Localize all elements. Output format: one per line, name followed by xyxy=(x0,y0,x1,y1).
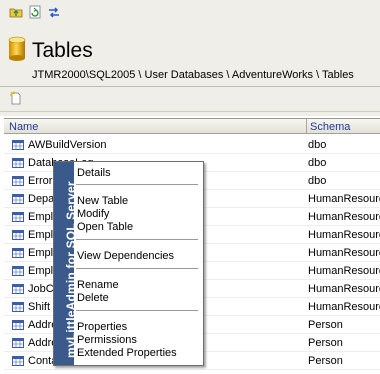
menu-band-label: myLittleAdmin for SQL Server xyxy=(64,181,78,358)
menu-divider xyxy=(76,310,198,311)
table-schema: dbo xyxy=(308,139,327,151)
menu-item-delete[interactable]: Delete xyxy=(77,292,109,304)
menu-item-open-table[interactable]: Open Table xyxy=(77,221,133,233)
menu-item-new-table[interactable]: New Table xyxy=(77,195,128,207)
menu-side-band: myLittleAdmin for SQL Server xyxy=(54,162,78,365)
table-icon xyxy=(12,266,24,276)
menu-item-extended-properties[interactable]: Extended Properties xyxy=(77,347,177,359)
grid-header: Name Schema xyxy=(4,118,380,134)
page-title: Tables xyxy=(32,38,93,62)
table-name: Shift xyxy=(28,301,51,313)
table-schema: HumanResources xyxy=(308,229,380,241)
table-icon xyxy=(12,338,24,348)
table-schema: HumanResources xyxy=(308,301,380,313)
menu-divider xyxy=(76,239,198,240)
table-icon xyxy=(12,302,24,312)
menu-item-properties[interactable]: Properties xyxy=(77,321,127,333)
context-menu: myLittleAdmin for SQL Server Details New… xyxy=(53,161,204,366)
menu-item-details[interactable]: Details xyxy=(77,167,111,179)
table-icon xyxy=(12,284,24,294)
table-schema: dbo xyxy=(308,157,327,169)
new-item-icon[interactable] xyxy=(9,91,23,105)
table-icon xyxy=(12,320,24,330)
column-header-schema[interactable]: Schema xyxy=(310,121,350,133)
table-name: AWBuildVersion xyxy=(28,139,107,151)
sync-icon[interactable] xyxy=(47,5,61,19)
table-icon xyxy=(12,140,24,150)
table-icon xyxy=(12,230,24,240)
table-icon xyxy=(12,212,24,222)
refresh-icon[interactable] xyxy=(28,5,42,19)
table-row[interactable]: AWBuildVersion dbo xyxy=(4,136,380,154)
table-schema: HumanResources xyxy=(308,283,380,295)
menu-item-view-dependencies[interactable]: View Dependencies xyxy=(77,250,174,262)
sub-toolbar xyxy=(0,87,380,112)
table-schema: Person xyxy=(308,319,343,331)
table-icon xyxy=(12,248,24,258)
table-icon xyxy=(12,194,24,204)
folder-up-icon[interactable] xyxy=(9,5,23,19)
table-schema: Person xyxy=(308,355,343,367)
table-schema: Person xyxy=(308,337,343,349)
column-splitter[interactable] xyxy=(306,119,307,134)
database-cylinder-icon xyxy=(8,36,26,65)
table-schema: HumanResources xyxy=(308,265,380,277)
table-icon xyxy=(12,176,24,186)
table-icon xyxy=(12,356,24,366)
menu-item-permissions[interactable]: Permissions xyxy=(77,334,137,346)
table-schema: dbo xyxy=(308,175,327,187)
table-icon xyxy=(12,158,24,168)
menu-item-modify[interactable]: Modify xyxy=(77,208,109,220)
menu-divider xyxy=(76,268,198,269)
table-schema: HumanResources xyxy=(308,193,380,205)
breadcrumb: JTMR2000\SQL2005 \ User Databases \ Adve… xyxy=(32,69,354,81)
table-schema: HumanResources xyxy=(308,247,380,259)
menu-item-rename[interactable]: Rename xyxy=(77,279,119,291)
menu-divider xyxy=(76,184,198,185)
column-header-name[interactable]: Name xyxy=(9,121,38,133)
table-schema: HumanResources xyxy=(308,211,380,223)
